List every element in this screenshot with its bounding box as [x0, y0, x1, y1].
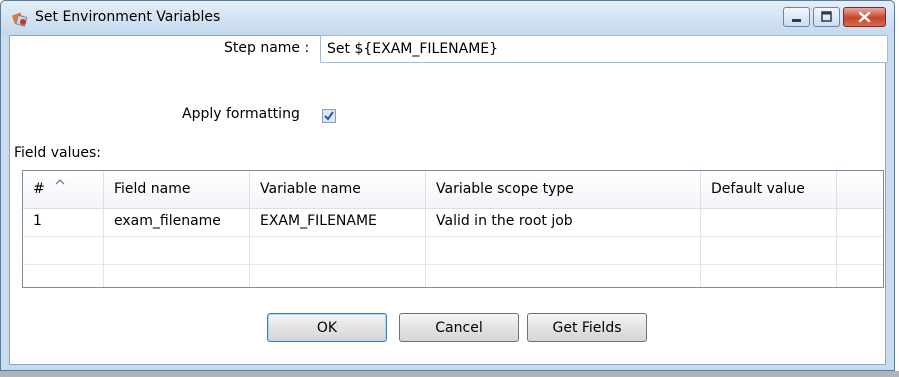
cell-default-value[interactable]	[701, 208, 837, 236]
column-header-number[interactable]: #	[23, 171, 104, 208]
column-header-variable-name[interactable]: Variable name	[250, 171, 426, 208]
cancel-button[interactable]: Cancel	[399, 313, 519, 342]
cell-field-name[interactable]: exam_filename	[104, 208, 250, 236]
minimize-icon	[784, 14, 809, 30]
minimize-button[interactable]	[783, 7, 810, 27]
step-name-label: Step name :	[224, 40, 310, 56]
apply-formatting-checkbox[interactable]	[322, 109, 336, 123]
table-header: # Field name Variable name Variable scop…	[23, 171, 883, 209]
cell-variable-scope-type[interactable]: Valid in the root job	[426, 208, 701, 236]
ok-button[interactable]: OK	[267, 313, 387, 342]
cell-filler	[837, 208, 883, 236]
close-icon	[844, 11, 885, 30]
column-header-default-value[interactable]: Default value	[701, 171, 837, 208]
cell-variable-name[interactable]: EXAM_FILENAME	[250, 208, 426, 236]
apply-formatting-label: Apply formatting	[182, 106, 300, 122]
step-name-input[interactable]	[320, 35, 888, 63]
table-row-empty[interactable]	[23, 264, 883, 287]
column-header-filler	[837, 171, 883, 208]
maximize-icon	[814, 11, 839, 30]
close-button[interactable]	[843, 7, 886, 27]
field-values-table: # Field name Variable name Variable scop…	[22, 170, 884, 288]
table-row[interactable]: 1 exam_filename EXAM_FILENAME Valid in t…	[23, 208, 883, 237]
table-row-empty[interactable]	[23, 236, 883, 265]
column-header-field-name[interactable]: Field name	[104, 171, 250, 208]
kettle-step-icon	[11, 10, 29, 28]
cell-row-number: 1	[23, 208, 104, 236]
field-values-label: Field values:	[14, 145, 102, 161]
background-strip	[0, 371, 899, 377]
title-bar[interactable]: Set Environment Variables	[1, 1, 894, 35]
column-header-variable-scope-type[interactable]: Variable scope type	[426, 171, 701, 208]
sort-ascending-icon	[55, 173, 65, 189]
get-fields-button[interactable]: Get Fields	[527, 313, 647, 342]
window-title: Set Environment Variables	[35, 9, 221, 25]
maximize-button[interactable]	[813, 7, 840, 27]
